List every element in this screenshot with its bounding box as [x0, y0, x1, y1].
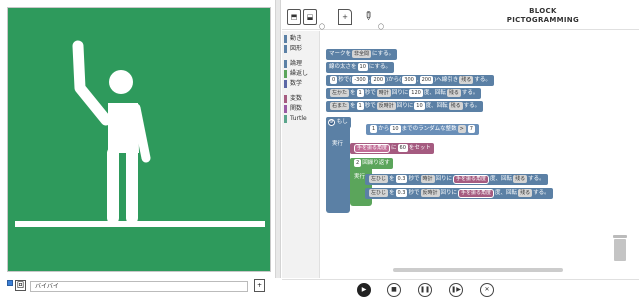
- category-math[interactable]: 数学: [282, 79, 319, 89]
- pencil-icon[interactable]: ✎: [356, 6, 378, 28]
- playback-controls: ▶ ■ ❚❚ ❚▶ ✕: [282, 279, 639, 298]
- trash-icon[interactable]: [613, 235, 627, 261]
- if-label-block: ⚙ もし: [326, 117, 351, 128]
- save-icon[interactable]: ⬓: [303, 9, 317, 25]
- block-rotate-left-elbow-ccw[interactable]: 左ひじを 0.3 秒で 反時計 回りに 手を振る角度 度、回転 残る する。: [365, 188, 553, 199]
- ground-line: [15, 221, 265, 227]
- category-logic[interactable]: 論理: [282, 59, 319, 69]
- stop-button[interactable]: ■: [387, 283, 401, 297]
- new-file-icon-bottom[interactable]: +: [254, 279, 265, 292]
- new-file-icon[interactable]: +: [338, 9, 352, 25]
- block-rotate-right-shoulder[interactable]: 右またを 1 秒で 反時計 回りに 10 度、回転 残る する。: [326, 101, 484, 112]
- open-file-icon[interactable]: ⬒: [287, 9, 301, 25]
- speech-bubble-icon[interactable]: 回: [15, 280, 26, 291]
- pause-button[interactable]: ❚❚: [418, 283, 432, 297]
- speech-checkbox[interactable]: [7, 280, 13, 286]
- step-button[interactable]: ❚▶: [449, 283, 463, 297]
- app-root: ⬒ ⬓ 〇 + ✎ 〇 BLOCK PICTOGRAMMING 動き 図形 論理…: [0, 0, 639, 298]
- pencil-sublabel: 〇: [378, 24, 385, 31]
- open-sublabel: 〇: [319, 24, 326, 31]
- mark-dropdown[interactable]: 非全間: [352, 49, 372, 58]
- if-do-label: 実行: [332, 141, 344, 147]
- figure-raised-arm: [72, 40, 112, 126]
- block-draw-line[interactable]: 0 秒で(-300, 200)から(300, 200)へ線引き 残る する。: [326, 75, 494, 86]
- block-repeat-header[interactable]: 2 回繰り返す: [350, 158, 393, 169]
- play-button[interactable]: ▶: [357, 283, 371, 297]
- block-workspace[interactable]: マークを 非全間 にする。 線の太さを 10 にする。 0 秒で(-300, 200)から(…: [321, 31, 639, 278]
- block-rotate-left-shoulder[interactable]: 左かたを 1 秒で 時計 回りに 120 度、回転 残る する。: [326, 88, 482, 99]
- gear-icon[interactable]: ⚙: [328, 119, 335, 126]
- block-set-variable[interactable]: 手を振る角度に 60 をセット: [350, 143, 434, 154]
- block-set-line-width[interactable]: 線の太さを 10 にする。: [326, 62, 394, 73]
- workspace-horizontal-scrollbar[interactable]: [393, 268, 563, 272]
- speech-bar: 回 バイバイ +: [7, 279, 275, 298]
- app-title-line2: PICTOGRAMMING: [506, 16, 579, 24]
- category-shape[interactable]: 図形: [282, 44, 319, 54]
- figure-head: [109, 70, 133, 94]
- line-width-field[interactable]: 10: [357, 62, 368, 71]
- pictogram-canvas[interactable]: [7, 7, 271, 272]
- category-variables[interactable]: 変数: [282, 94, 319, 104]
- pictogram-figure: [15, 40, 265, 227]
- category-turtle[interactable]: Turtle: [282, 114, 319, 124]
- if-block[interactable]: [326, 117, 350, 213]
- toolbar: ⬒ ⬓ 〇 + ✎ 〇 BLOCK PICTOGRAMMING: [282, 0, 639, 31]
- category-loop[interactable]: 繰返し: [282, 69, 319, 79]
- clear-button[interactable]: ✕: [480, 283, 494, 297]
- speech-text-input[interactable]: バイバイ: [30, 281, 248, 292]
- block-category-list: 動き 図形 論理 繰返し 数学 変数 関数 Turtle: [282, 31, 320, 278]
- category-functions[interactable]: 関数: [282, 104, 319, 114]
- block-random-compare[interactable]: 1 から 10 までのランダムな整数 >7: [366, 124, 479, 135]
- app-title-line1: BLOCK: [529, 7, 557, 15]
- block-rotate-left-elbow-cw[interactable]: 左ひじを 0.3 秒で 時計 回りに 手を振る角度 度、回転 残る する。: [365, 174, 548, 185]
- category-motion[interactable]: 動き: [282, 34, 319, 44]
- panel-divider[interactable]: [275, 0, 281, 278]
- block-set-mark[interactable]: マークを 非全間 にする。: [326, 49, 398, 60]
- app-title: BLOCK PICTOGRAMMING: [507, 7, 579, 25]
